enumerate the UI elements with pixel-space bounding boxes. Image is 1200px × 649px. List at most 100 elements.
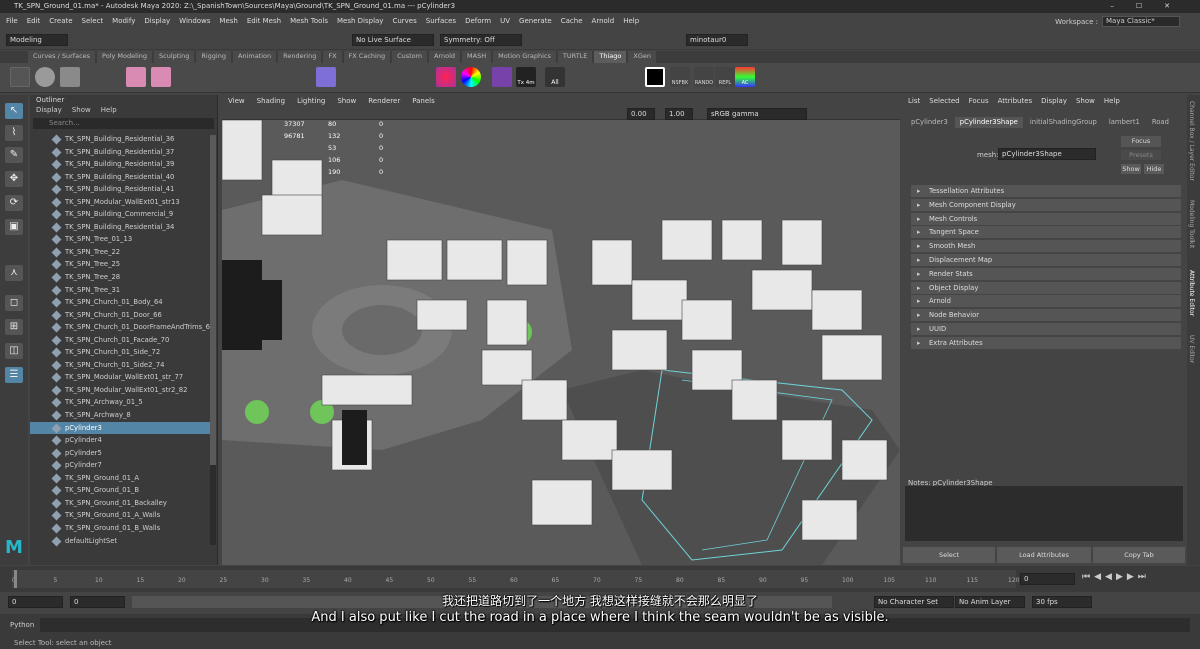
outliner-item[interactable]: TK_SPN_Modular_WallExt01_str_77: [30, 371, 210, 384]
menu-mesh[interactable]: Mesh: [219, 17, 237, 25]
attr-section-node-behavior[interactable]: Node Behavior: [911, 309, 1181, 322]
outliner-item[interactable]: pCylinder5: [30, 447, 210, 460]
attr-menu-help[interactable]: Help: [1104, 95, 1120, 107]
presets-button[interactable]: Presets: [1121, 150, 1161, 160]
outliner-item[interactable]: TK_SPN_Church_01_Side2_74: [30, 359, 210, 372]
outliner-item[interactable]: defaultLightSet: [30, 535, 210, 548]
shelf-tab-thiago[interactable]: Thiago: [594, 51, 627, 63]
attr-tab-pcylinder3[interactable]: pCylinder3: [906, 117, 953, 128]
outliner-item[interactable]: pCylinder7: [30, 459, 210, 472]
outliner-item[interactable]: TK_SPN_Church_01_Facade_70: [30, 334, 210, 347]
outliner-item[interactable]: TK_SPN_Building_Commercial_9: [30, 208, 210, 221]
outliner-layout-icon[interactable]: ☰: [5, 367, 23, 383]
menu-set-dropdown[interactable]: Modeling: [6, 34, 68, 46]
outliner-item[interactable]: TK_SPN_Tree_31: [30, 284, 210, 297]
outliner-item[interactable]: TK_SPN_Church_01_DoorFrameAndTrims_68: [30, 321, 214, 334]
window-controls[interactable]: –☐✕: [1110, 0, 1192, 13]
shelf-tab-rendering[interactable]: Rendering: [278, 51, 322, 63]
nsfbk-icon[interactable]: NSFBK: [670, 67, 690, 87]
select-button[interactable]: Select: [903, 547, 995, 563]
viewport-menu-view[interactable]: View: [228, 95, 245, 107]
repl-icon[interactable]: REPL: [715, 67, 735, 87]
attr-section-uuid[interactable]: UUID: [911, 323, 1181, 335]
attr-menu-show[interactable]: Show: [1076, 95, 1095, 107]
outliner-item[interactable]: TK_SPN_Church_01_Body_64: [30, 296, 210, 309]
shelf-tab-motion-graphics[interactable]: Motion Graphics: [493, 51, 556, 63]
menu-arnold[interactable]: Arnold: [592, 17, 615, 25]
attr-tab-lambert1[interactable]: lambert1: [1104, 117, 1145, 128]
auto-icon[interactable]: [492, 67, 512, 87]
outliner-item[interactable]: TK_SPN_Church_01_Door_66: [30, 309, 210, 322]
viewport-menu-renderer[interactable]: Renderer: [368, 95, 400, 107]
shelf-tab-turtle[interactable]: TURTLE: [557, 51, 593, 63]
outliner-item[interactable]: TK_SPN_Tree_25: [30, 258, 210, 271]
attr-section-mesh-controls[interactable]: Mesh Controls: [911, 212, 1181, 225]
color-wheel-icon[interactable]: [461, 67, 481, 87]
paint-select-icon[interactable]: ✎: [5, 147, 23, 163]
outliner-item[interactable]: TK_SPN_Building_Residential_37: [30, 146, 210, 159]
colorspace-dropdown[interactable]: sRGB gamma: [707, 108, 807, 120]
attr-section-object-display[interactable]: Object Display: [911, 281, 1181, 294]
outliner-item[interactable]: TK_SPN_Building_Residential_39: [30, 158, 210, 171]
viewport-menu-shading[interactable]: Shading: [257, 95, 285, 107]
shelf-tab-arnold[interactable]: Arnold: [428, 51, 461, 63]
single-view-icon[interactable]: ◻: [5, 295, 23, 311]
all-icon[interactable]: All: [545, 67, 565, 87]
rando-icon[interactable]: RANDO: [694, 67, 714, 87]
pink-cube2-icon[interactable]: [151, 67, 171, 87]
viewport-menu-lighting[interactable]: Lighting: [297, 95, 325, 107]
attr-section-displacement-map[interactable]: Displacement Map: [911, 254, 1181, 266]
outliner-scrollbar[interactable]: [210, 135, 216, 545]
menu-file[interactable]: File: [6, 17, 18, 25]
menu-display[interactable]: Display: [144, 17, 170, 25]
outliner-item[interactable]: pCylinder4: [30, 434, 210, 447]
outliner-item[interactable]: pCylinder3: [30, 421, 210, 435]
outliner-item[interactable]: TK_SPN_Ground_01_A: [30, 472, 210, 485]
3d-viewport[interactable]: 37307 80 0 96781 132 0 53 0 106 0 190 0: [222, 120, 900, 565]
attr-menu-list[interactable]: List: [908, 95, 920, 107]
menu-cache[interactable]: Cache: [561, 17, 583, 25]
menu-edit[interactable]: Edit: [27, 17, 41, 25]
attr-menu-focus[interactable]: Focus: [969, 95, 989, 107]
pink-cube-icon[interactable]: [126, 67, 146, 87]
menu-windows[interactable]: Windows: [179, 17, 210, 25]
outliner-item[interactable]: TK_SPN_Ground_01_Backalley: [30, 497, 210, 510]
sphere-icon[interactable]: [35, 67, 55, 87]
menu-mesh-tools[interactable]: Mesh Tools: [290, 17, 328, 25]
side-by-side-icon[interactable]: ◫: [5, 343, 23, 359]
shelf-menu-icon[interactable]: [10, 67, 30, 87]
menu-help[interactable]: Help: [623, 17, 639, 25]
shelf-tab-animation[interactable]: Animation: [233, 51, 277, 63]
menu-surfaces[interactable]: Surfaces: [426, 17, 456, 25]
outliner-item[interactable]: TK_SPN_Tree_22: [30, 246, 210, 259]
side-tab-modeling-toolkit[interactable]: Modeling Toolkit: [1188, 200, 1195, 248]
camera-field[interactable]: minotaur0: [686, 34, 748, 46]
attr-section-arnold[interactable]: Arnold: [911, 295, 1181, 308]
attr-menu-display[interactable]: Display: [1041, 95, 1067, 107]
material-ball-icon[interactable]: [436, 67, 456, 87]
shelf-tab-sculpting[interactable]: Sculpting: [154, 51, 195, 63]
attr-tab-initialshadinggroup[interactable]: initialShadingGroup: [1025, 117, 1102, 128]
show-button[interactable]: Show: [1121, 164, 1141, 174]
ac-vertex-icon[interactable]: AC: [735, 67, 755, 87]
outliner-menu-show[interactable]: Show: [72, 105, 91, 116]
playback-controls[interactable]: ⏮◀◀▶▶⏭: [1082, 572, 1150, 582]
menu-create[interactable]: Create: [49, 17, 72, 25]
outliner-item[interactable]: TK_SPN_Building_Residential_40: [30, 171, 210, 184]
shelf-tab-fx[interactable]: FX: [323, 51, 342, 63]
hide-button[interactable]: Hide: [1144, 164, 1164, 174]
side-tab-uv-editor[interactable]: UV Editor: [1188, 335, 1195, 363]
gamma-field[interactable]: 1.00: [665, 108, 693, 120]
soft-mod-icon[interactable]: ⋏: [5, 265, 23, 281]
outliner-item[interactable]: TK_SPN_Ground_01_A_Walls: [30, 509, 210, 522]
shelf-tab-curves-surfaces[interactable]: Curves / Surfaces: [28, 51, 96, 63]
attr-section-tessellation-attributes[interactable]: Tessellation Attributes: [911, 185, 1181, 197]
attr-menu-selected[interactable]: Selected: [929, 95, 959, 107]
shelf-tab-fx-caching[interactable]: FX Caching: [343, 51, 391, 63]
attr-section-render-stats[interactable]: Render Stats: [911, 267, 1181, 280]
four-view-icon[interactable]: ⊞: [5, 319, 23, 335]
shelf-tab-mash[interactable]: MASH: [462, 51, 492, 63]
outliner-item[interactable]: TK_SPN_Modular_WallExt01_str2_82: [30, 384, 210, 397]
purple-shape-icon[interactable]: [316, 67, 336, 87]
workspace-selector[interactable]: Workspace : Maya Classic*: [1055, 16, 1180, 27]
